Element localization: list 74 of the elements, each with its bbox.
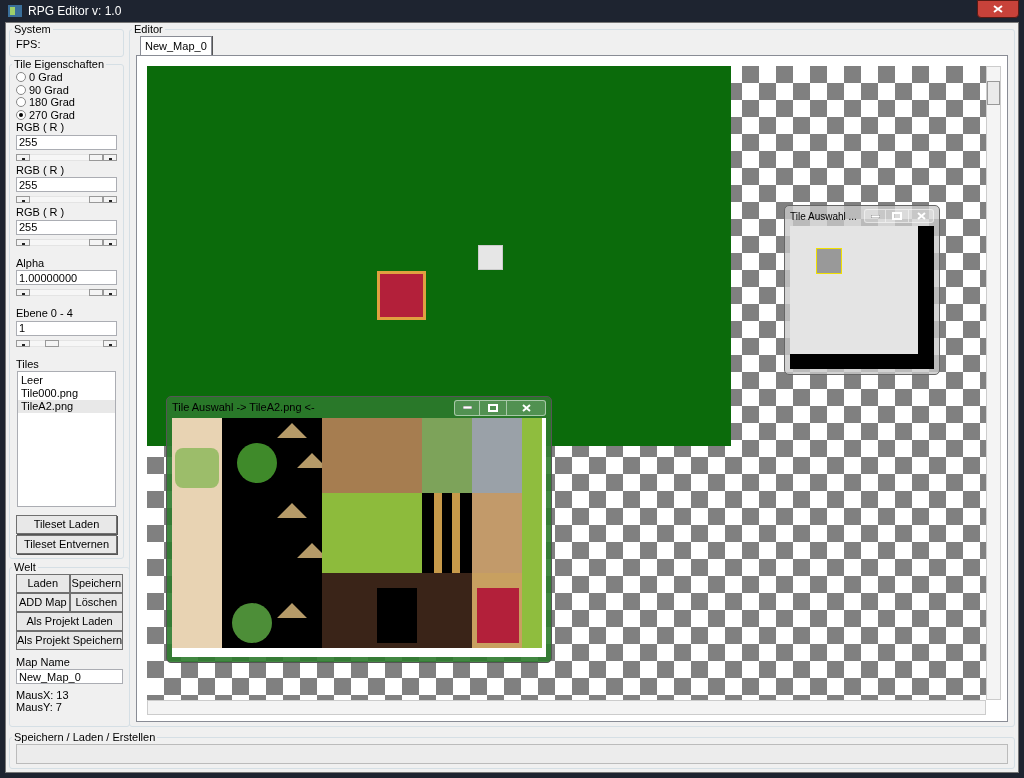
radio-button[interactable] [16, 72, 26, 83]
map-name-field[interactable]: New_Map_0 [16, 669, 124, 685]
map-tab[interactable]: New_Map_0 [140, 36, 212, 55]
step-right-button[interactable] [103, 339, 117, 347]
radio-option[interactable]: 180 Grad [16, 96, 117, 109]
field-label: RGB ( R ) [16, 163, 66, 177]
vertical-scrollbar[interactable] [986, 66, 1001, 700]
step-right-button[interactable] [103, 238, 117, 246]
tile-window-title: Tile Auswahl -> TileA2.png <- [172, 400, 315, 416]
minimize-button[interactable] [454, 399, 480, 416]
world-button[interactable]: Speichern [69, 573, 124, 593]
step-right-button[interactable] [103, 153, 117, 161]
field-label: RGB ( R ) [16, 121, 66, 134]
maximize-icon [892, 212, 902, 220]
horizontal-scrollbar[interactable] [147, 700, 986, 715]
value-field[interactable]: 1.00000000 [16, 270, 117, 286]
radio-button[interactable] [16, 97, 26, 108]
list-item[interactable]: Leer [18, 373, 115, 387]
radio-option[interactable]: 0 Grad [16, 71, 117, 84]
value-field[interactable]: 1 [16, 320, 117, 336]
step-left-button[interactable] [16, 238, 30, 246]
group-title: Welt [13, 560, 37, 574]
field-label: Ebene 0 - 4 [16, 307, 74, 320]
step-right-button[interactable] [103, 289, 117, 296]
window-title: RPG Editor v: 1.0 [28, 3, 122, 20]
selection-frame [816, 248, 842, 274]
slider-thumb[interactable] [44, 339, 59, 347]
radio-option[interactable]: 270 Grad [16, 108, 117, 121]
group-title: Speichern / Laden / Erstellen [13, 731, 157, 744]
step-left-button[interactable] [16, 196, 30, 203]
tile-window-title: Tile Auswahl ... [790, 209, 857, 224]
carpet-tile [377, 271, 426, 320]
maximize-icon [488, 403, 498, 412]
tileset-button[interactable]: Tileset Laden [16, 514, 117, 534]
step-left-button[interactable] [16, 289, 30, 296]
group-title: System [13, 23, 52, 36]
radio-option[interactable]: 90 Grad [16, 83, 117, 96]
mouse-y-label: MausY: 7 [16, 701, 63, 713]
tiles-label: Tiles [16, 357, 40, 371]
value-field[interactable]: 255 [16, 219, 117, 235]
close-button[interactable] [977, 0, 1019, 18]
step-right-button[interactable] [103, 196, 117, 203]
scrollbar-thumb[interactable] [987, 81, 1000, 105]
group-title: Editor [133, 23, 164, 36]
radio-button[interactable] [16, 109, 26, 120]
close-icon [521, 403, 531, 412]
minimize-icon [870, 214, 880, 218]
tileset-button[interactable]: Tileset Entvernen [16, 534, 117, 554]
value-field[interactable]: 255 [16, 177, 117, 193]
slider-thumb[interactable] [89, 289, 103, 296]
radio-button[interactable] [16, 84, 26, 95]
app-icon [8, 5, 22, 17]
step-left-button[interactable] [16, 339, 30, 347]
slider-thumb[interactable] [89, 238, 103, 246]
world-button[interactable]: Laden [16, 573, 70, 593]
tiles-list[interactable]: Leer Tile000.png TileA2.png [17, 370, 116, 507]
field-label: RGB ( R ) [16, 206, 66, 219]
minimize-icon [462, 406, 472, 409]
step-left-button[interactable] [16, 153, 30, 161]
slider-thumb[interactable] [89, 153, 103, 161]
stone-tile [478, 245, 503, 270]
close-icon [916, 212, 926, 220]
map-canvas[interactable]: Tile Auswahl ... Tile Auswahl -> TileA2.png <- [147, 66, 986, 700]
map-name-label: Map Name [16, 655, 71, 669]
maximize-button[interactable] [480, 399, 506, 416]
slider-thumb[interactable] [89, 196, 103, 203]
field-label: Alpha [16, 256, 46, 270]
close-icon [993, 5, 1003, 13]
fps-label: FPS: [16, 37, 42, 52]
group-title: Tile Eigenschaften [13, 58, 106, 71]
list-item[interactable]: Tile000.png [18, 386, 115, 400]
value-field[interactable]: 255 [16, 134, 117, 150]
list-item[interactable]: TileA2.png [18, 399, 115, 413]
mouse-x-label: MausX: 13 [16, 689, 70, 701]
